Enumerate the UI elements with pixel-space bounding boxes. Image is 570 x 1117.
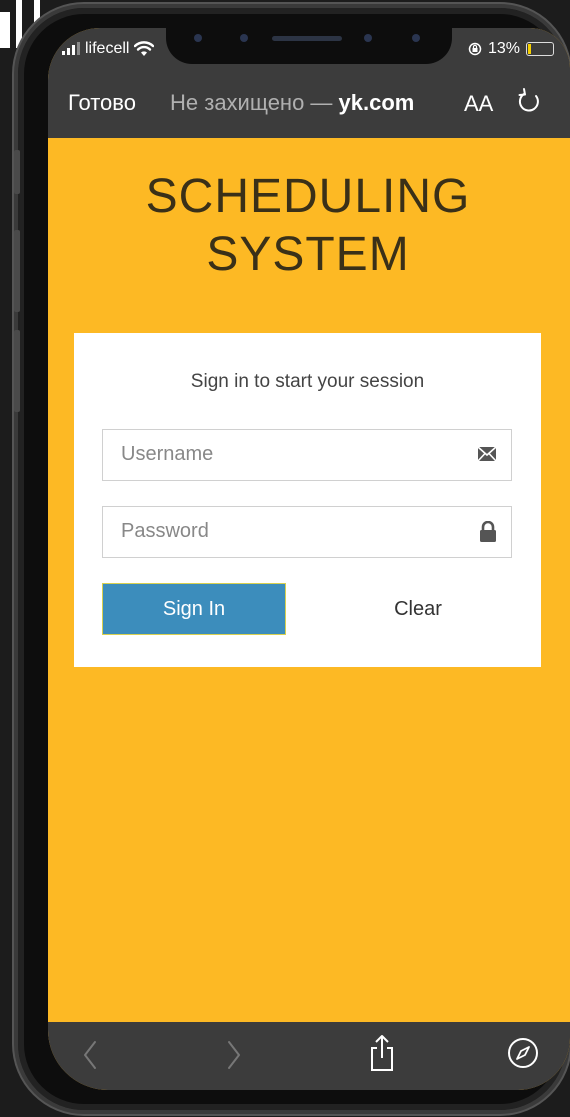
login-message: Sign in to start your session xyxy=(190,371,425,392)
compass-icon[interactable] xyxy=(506,1036,540,1070)
login-card: Sign in to start your session Sign In Cl… xyxy=(74,333,541,667)
page-title-line2: SYSTEM xyxy=(206,228,410,281)
status-bar: lifecell 13% xyxy=(48,28,570,70)
orientation-lock-icon xyxy=(468,42,482,56)
reload-icon[interactable] xyxy=(516,86,542,116)
password-field[interactable] xyxy=(102,506,512,558)
envelope-icon xyxy=(477,446,497,462)
address-field[interactable]: Не захищено — yk.com xyxy=(170,90,414,116)
browser-url-bar: Готово Не захищено — yk.com AA xyxy=(48,70,570,138)
carrier-name: lifecell xyxy=(85,40,130,57)
done-button[interactable]: Готово xyxy=(68,90,136,116)
battery-icon xyxy=(526,42,554,56)
phone-side-button xyxy=(14,150,20,194)
signal-bars-icon xyxy=(62,42,80,55)
forward-icon[interactable] xyxy=(226,1040,242,1070)
page-title: SCHEDULING SYSTEM xyxy=(48,168,568,284)
camera-notch xyxy=(166,28,452,64)
battery-group: 13% xyxy=(468,40,554,58)
browser-toolbar xyxy=(48,1022,570,1090)
url-security-note: Не захищено — xyxy=(170,90,339,115)
clear-button[interactable]: Clear xyxy=(326,583,510,635)
back-icon[interactable] xyxy=(82,1040,98,1070)
username-input[interactable] xyxy=(119,442,463,467)
phone-side-button xyxy=(14,230,20,312)
carrier-group: lifecell xyxy=(62,40,155,58)
username-field[interactable] xyxy=(102,429,512,481)
lock-icon xyxy=(480,521,496,542)
battery-percent: 13% xyxy=(487,40,520,57)
page-title-line1: SCHEDULING xyxy=(145,170,471,223)
phone-side-button xyxy=(14,330,20,412)
wifi-icon xyxy=(134,41,155,56)
password-input[interactable] xyxy=(119,519,463,544)
text-size-label: AA xyxy=(464,91,494,116)
url-domain: yk.com xyxy=(338,90,415,115)
share-icon[interactable] xyxy=(368,1034,396,1072)
phone-screen: lifecell 13% Готово Не захищено — yk.com… xyxy=(48,28,570,1090)
sign-in-button[interactable]: Sign In xyxy=(102,583,286,635)
text-size-button[interactable]: AA xyxy=(464,91,493,117)
